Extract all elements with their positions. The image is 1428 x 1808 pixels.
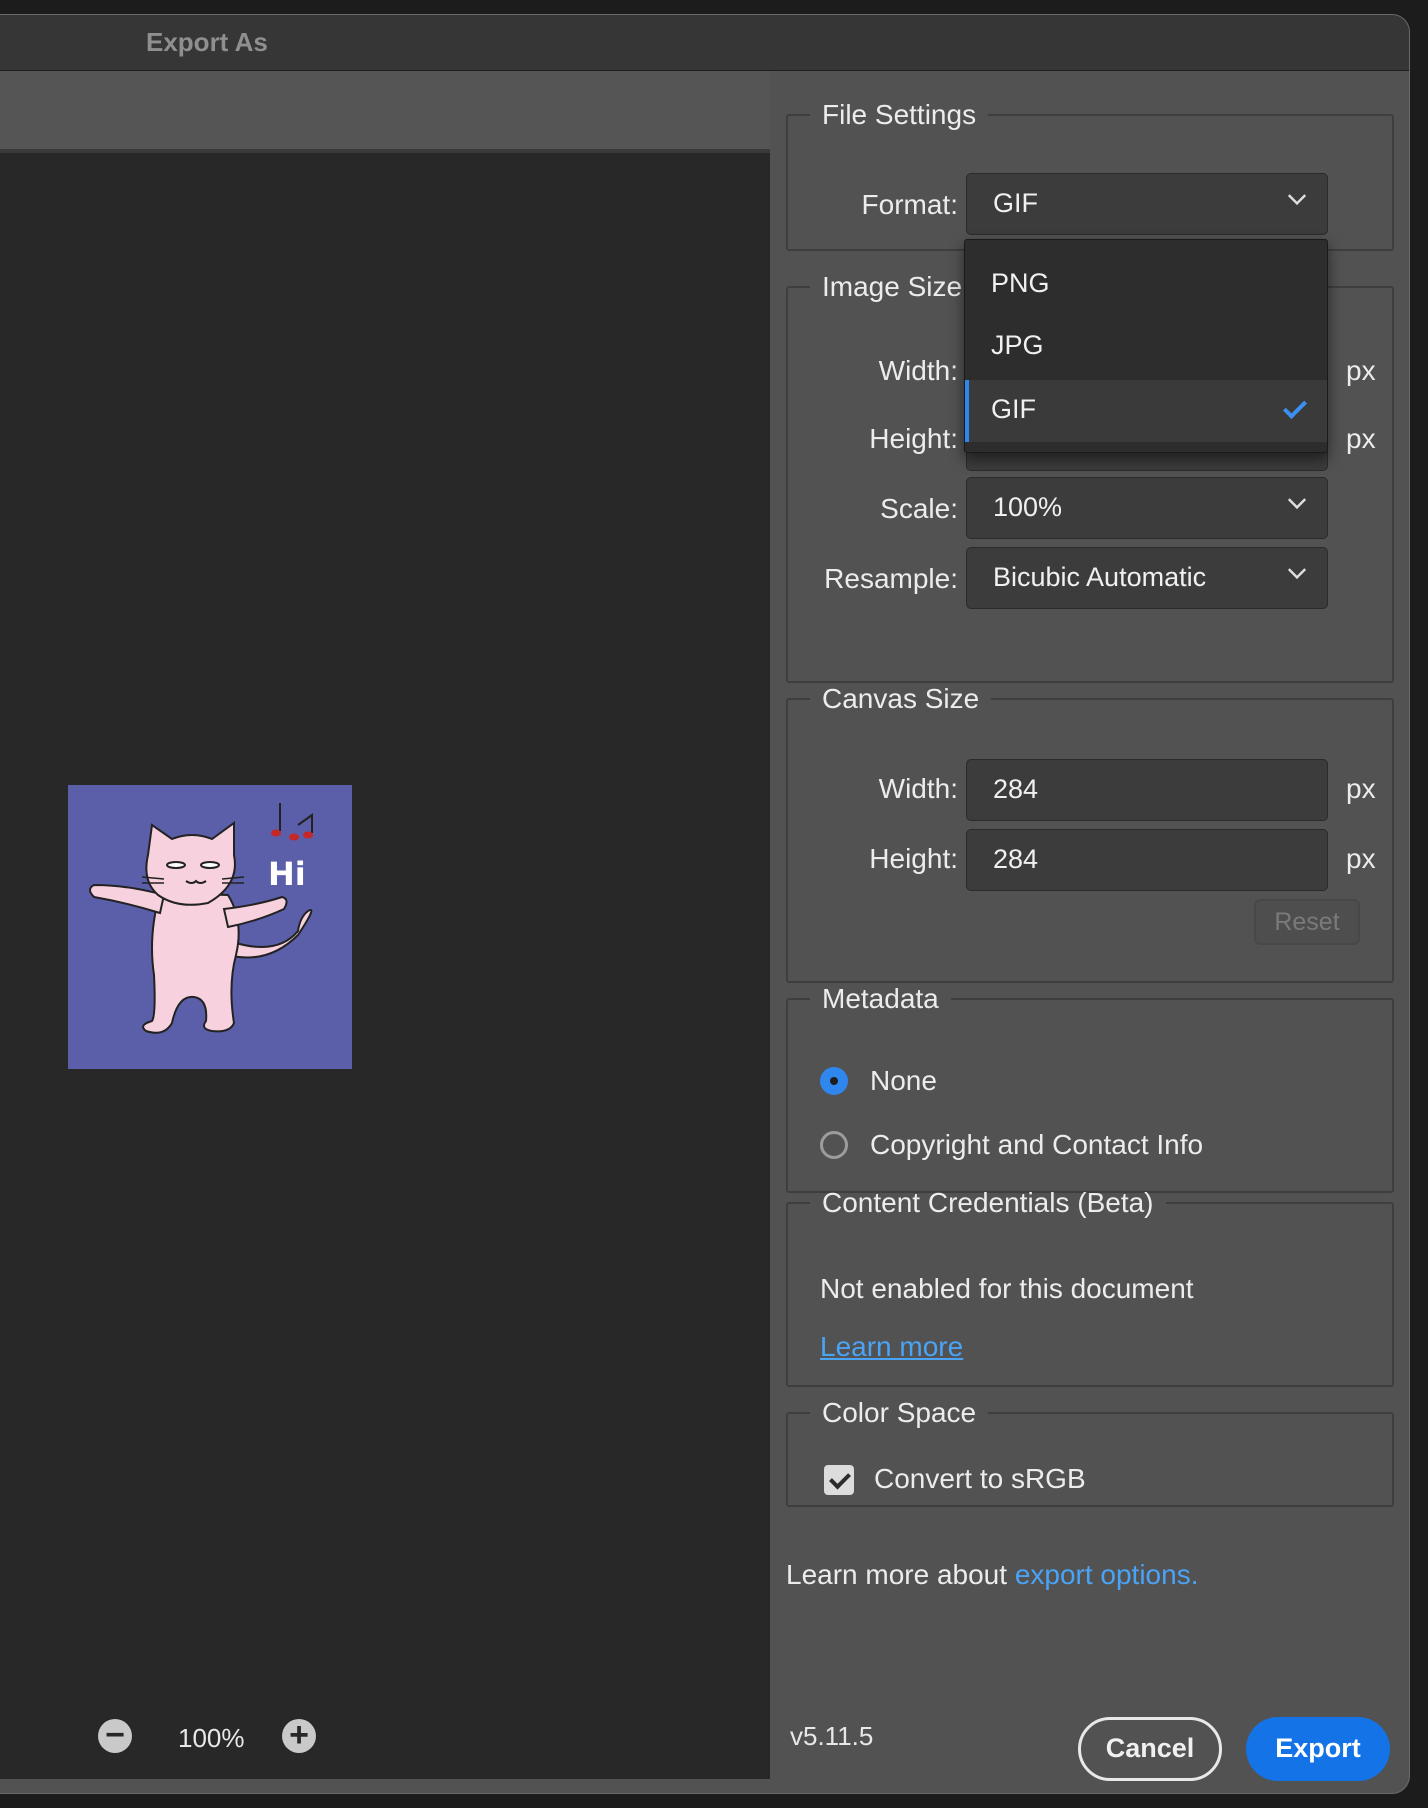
canvas-height-unit: px: [1346, 843, 1376, 874]
chevron-down-icon: [1287, 490, 1307, 510]
canvas-width-label: Width:: [878, 773, 958, 804]
resample-label: Resample:: [824, 563, 958, 594]
metadata-copyright-label[interactable]: Copyright and Contact Info: [870, 1129, 1203, 1161]
resample-value: Bicubic Automatic: [993, 562, 1207, 592]
content-credentials-status: Not enabled for this document: [820, 1273, 1194, 1304]
preview-toolbar: [0, 71, 770, 151]
format-value: GIF: [993, 188, 1038, 218]
format-dropdown-menu: PNG JPG GIF: [964, 239, 1328, 453]
scale-label: Scale:: [880, 493, 958, 524]
checkmark-icon: [1282, 394, 1308, 420]
format-option-jpg[interactable]: JPG: [965, 316, 1327, 378]
chevron-down-icon: [1287, 560, 1307, 580]
reset-button[interactable]: Reset: [1254, 899, 1360, 945]
content-credentials-legend: Content Credentials (Beta): [822, 1187, 1154, 1218]
image-height-label: Height:: [869, 423, 958, 454]
export-options-link[interactable]: export options.: [1015, 1559, 1199, 1590]
zoom-out-icon[interactable]: −: [98, 1718, 132, 1753]
canvas-width-input[interactable]: 284: [966, 759, 1328, 821]
convert-srgb-label[interactable]: Convert to sRGB: [874, 1463, 1086, 1495]
canvas-height-label: Height:: [869, 843, 958, 874]
export-button[interactable]: Export: [1246, 1717, 1390, 1781]
color-space-group: Color Space Convert to sRGB: [786, 1397, 1394, 1507]
format-option-gif-label: GIF: [991, 394, 1036, 424]
artwork-text: Hi: [268, 855, 306, 893]
image-size-legend: Image Size: [822, 271, 963, 302]
chevron-down-icon: [1287, 186, 1307, 206]
zoom-in-icon[interactable]: +: [282, 1718, 316, 1753]
canvas-width-value: 284: [993, 774, 1039, 804]
file-settings-legend: File Settings: [822, 99, 977, 130]
image-height-unit: px: [1346, 423, 1376, 454]
export-as-dialog: Export As Hi − 100% + File Settings Form…: [0, 14, 1410, 1794]
image-width-unit: px: [1346, 355, 1376, 386]
scale-value: 100%: [993, 492, 1063, 522]
learn-more-link[interactable]: Learn more: [820, 1331, 963, 1363]
export-options-prefix: Learn more about: [786, 1559, 1015, 1590]
canvas-height-value: 284: [993, 844, 1039, 874]
format-option-png[interactable]: PNG: [965, 254, 1327, 316]
metadata-none-label[interactable]: None: [870, 1065, 937, 1097]
canvas-height-input[interactable]: 284: [966, 829, 1328, 891]
resample-select[interactable]: Bicubic Automatic: [966, 547, 1328, 609]
cancel-button[interactable]: Cancel: [1078, 1717, 1222, 1781]
dialog-title: Export As: [146, 27, 268, 57]
zoom-level: 100%: [178, 1723, 245, 1753]
preview-area[interactable]: Hi − 100% +: [0, 149, 770, 1779]
format-option-gif[interactable]: GIF: [965, 380, 1327, 442]
metadata-legend: Metadata: [822, 983, 939, 1014]
image-width-label: Width:: [878, 355, 958, 386]
format-label: Format:: [861, 189, 958, 220]
canvas-size-legend: Canvas Size: [822, 683, 980, 714]
scale-select[interactable]: 100%: [966, 477, 1328, 539]
color-space-legend: Color Space: [822, 1397, 977, 1428]
format-select[interactable]: GIF: [966, 173, 1328, 235]
metadata-none-radio[interactable]: [820, 1067, 848, 1095]
metadata-group: Metadata None Copyright and Contact Info: [786, 983, 1394, 1193]
canvas-size-group: Canvas Size Width: 284 px Height: 284 px…: [786, 683, 1394, 983]
file-settings-group: File Settings Format: GIF: [786, 99, 1394, 251]
content-credentials-group: Content Credentials (Beta) Not enabled f…: [786, 1187, 1394, 1387]
convert-srgb-checkbox[interactable]: [824, 1465, 854, 1495]
artwork-thumbnail: Hi: [68, 785, 352, 1069]
export-options-note: Learn more about export options.: [786, 1559, 1198, 1591]
version-label: v5.11.5: [790, 1721, 874, 1751]
title-bar: Export As: [0, 15, 1409, 71]
metadata-copyright-radio[interactable]: [820, 1131, 848, 1159]
zoom-bar: − 100% +: [0, 1699, 770, 1779]
canvas-width-unit: px: [1346, 773, 1376, 804]
